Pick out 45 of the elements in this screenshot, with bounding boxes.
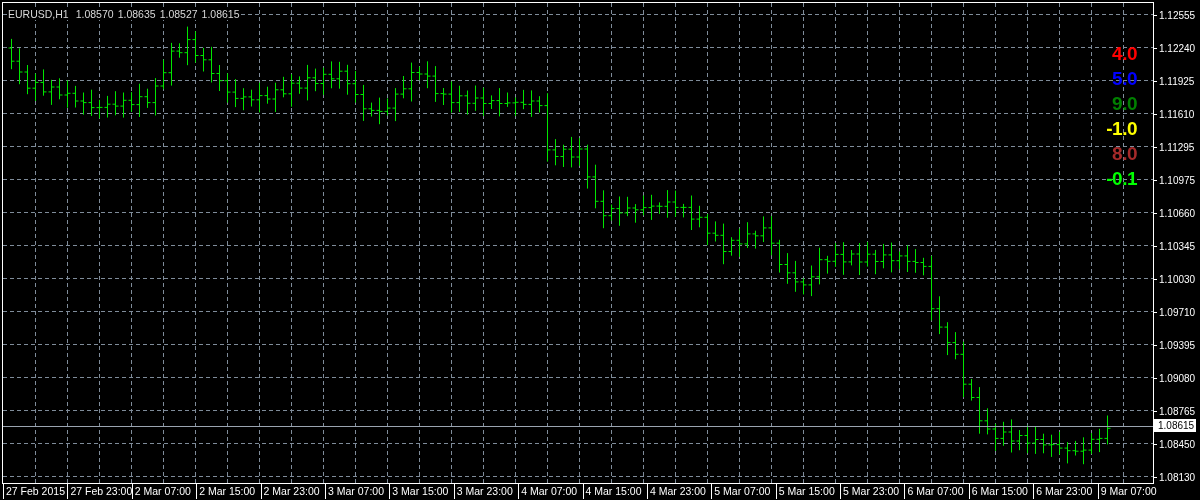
indicator-value: 9.0 — [1112, 93, 1137, 115]
time-label: 2 Mar 15:00 — [196, 484, 261, 499]
indicator-value: 8.0 — [1112, 143, 1137, 165]
price-label: 1.10030 — [1154, 273, 1196, 286]
time-label: 4 Mar 07:00 — [518, 484, 583, 499]
time-label: 27 Feb 2015 — [3, 484, 68, 499]
indicator-value: 5.0 — [1112, 68, 1137, 90]
symbol-label: EURUSD,H1 — [8, 8, 69, 20]
indicator-value: -0.1 — [1106, 168, 1137, 190]
time-label: 4 Mar 15:00 — [582, 484, 647, 499]
price-value: 1.08527 — [159, 8, 198, 20]
price-label: 1.08450 — [1154, 438, 1196, 451]
price-label: 1.09395 — [1154, 339, 1196, 352]
time-label: 3 Mar 07:00 — [324, 484, 390, 499]
price-label: 1.10345 — [1154, 240, 1196, 253]
price-label: 1.09710 — [1154, 306, 1196, 319]
time-label: 6 Mar 07:00 — [904, 484, 969, 499]
price-label: 1.11610 — [1154, 108, 1195, 121]
price-label: 1.08130 — [1154, 471, 1196, 484]
time-label: 9 Mar 07:00 — [1097, 484, 1163, 499]
price-label: 1.09080 — [1154, 372, 1196, 385]
price-label: 1.12555 — [1154, 9, 1196, 22]
indicator-value: -1.0 — [1106, 118, 1137, 140]
price-label: 1.10975 — [1154, 174, 1196, 187]
current-price-label: 1.08615 — [1154, 419, 1197, 432]
time-label: 27 Feb 23:00 — [67, 484, 132, 499]
price-label: 1.12240 — [1154, 42, 1196, 55]
time-label: 5 Mar 23:00 — [840, 484, 905, 499]
price-label: 1.11295 — [1154, 141, 1195, 154]
price-label: 1.11925 — [1154, 75, 1195, 88]
indicator-value: 4.0 — [1112, 43, 1137, 65]
time-label: 3 Mar 15:00 — [389, 484, 454, 499]
time-label: 5 Mar 07:00 — [711, 484, 776, 499]
price-label: 1.08765 — [1154, 405, 1196, 418]
time-label: 2 Mar 07:00 — [131, 484, 197, 499]
price-value: 1.08635 — [117, 8, 156, 20]
price-value: 1.08570 — [75, 8, 114, 20]
time-label: 6 Mar 15:00 — [968, 484, 1034, 499]
time-label: 3 Mar 23:00 — [453, 484, 519, 499]
time-label: 6 Mar 23:00 — [1033, 484, 1098, 499]
time-label: 2 Mar 23:00 — [260, 484, 325, 499]
time-label: 5 Mar 15:00 — [775, 484, 841, 499]
price-label: 1.10660 — [1154, 207, 1196, 220]
time-label: 4 Mar 23:00 — [646, 484, 712, 499]
price-value: 1.08615 — [201, 8, 240, 20]
